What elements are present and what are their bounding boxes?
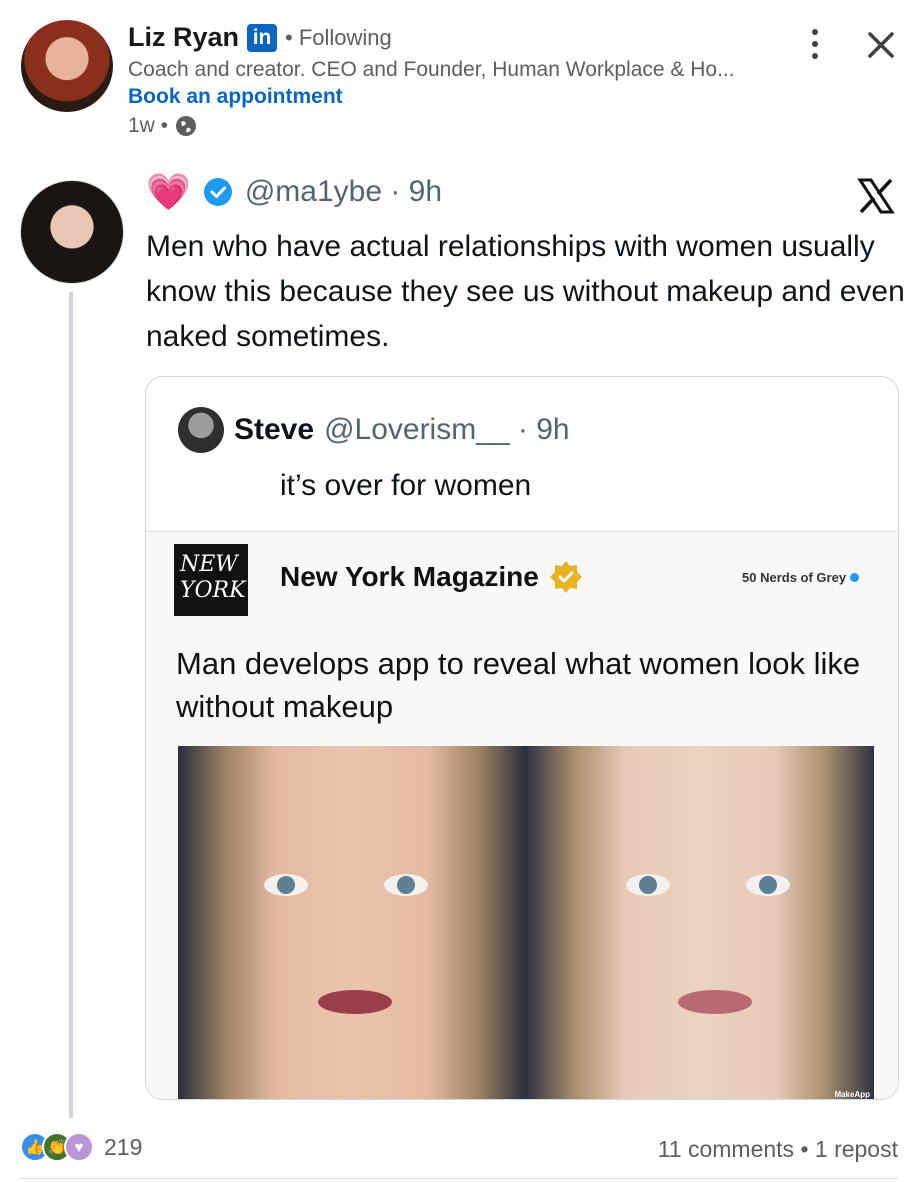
support-reaction-icon: ♥ [64, 1132, 94, 1162]
post-meta: 1w • [128, 114, 198, 138]
book-appointment-link[interactable]: Book an appointment [128, 85, 343, 109]
quoted-handle: @Loverism__ · 9h [324, 413, 570, 446]
x-logo-icon [857, 178, 895, 214]
author-avatar[interactable] [21, 20, 113, 112]
heart-emoji: 💗 [146, 171, 191, 212]
magazine-name: New York Magazine [280, 561, 539, 592]
lips [678, 990, 752, 1014]
gold-verified-icon [549, 561, 582, 593]
following-status: • Following [285, 24, 392, 50]
source-tag-label: 50 Nerds of Grey [742, 570, 847, 585]
reactions-summary[interactable]: 👍 👏 ♥ 219 [20, 1132, 142, 1162]
tweet-text: Men who have actual relationships with w… [146, 230, 905, 353]
comparison-photos: MakeApp [178, 746, 874, 1099]
source-tag: 50 Nerds of Grey [742, 570, 860, 585]
eye [384, 874, 428, 896]
new-york-logo: NEW YORK [174, 544, 248, 616]
author-headline: Coach and creator. CEO and Founder, Huma… [128, 58, 735, 81]
quoted-header: Steve @Loverism__ · 9h [178, 407, 570, 453]
quoted-tweet-card: Steve @Loverism__ · 9h it’s over for wom… [145, 376, 899, 1100]
author-name-row: Liz Ryan in • Following [128, 22, 392, 53]
verified-icon [203, 178, 232, 206]
author-name[interactable]: Liz Ryan [128, 22, 239, 53]
tweet-header: 💗 @ma1ybe · 9h [146, 174, 442, 210]
footer-divider [20, 1178, 898, 1179]
photo-without-makeup: MakeApp [526, 746, 874, 1099]
globe-icon [176, 116, 197, 136]
quoted-name: Steve [234, 413, 315, 446]
watermark: MakeApp [834, 1090, 870, 1099]
magazine-post: NEW YORK New York Magazine 50 Nerds of G… [146, 532, 898, 1099]
quoted-text: it’s over for women [280, 469, 532, 502]
post-age: 1w • [128, 114, 169, 137]
logo-line-1: NEW [180, 552, 238, 577]
eye [264, 874, 308, 896]
reaction-count: 219 [104, 1133, 143, 1160]
more-options-icon[interactable] [802, 26, 828, 62]
eye [746, 874, 790, 896]
photo-with-makeup [178, 746, 526, 1099]
source-verified-icon [850, 573, 860, 582]
tweet-handle: @ma1ybe · 9h [244, 175, 443, 208]
social-counts[interactable]: 11 comments • 1 repost [658, 1136, 898, 1163]
magazine-headline: Man develops app to reveal what women lo… [176, 646, 861, 724]
eye [626, 874, 670, 896]
magazine-name-row: New York Magazine [280, 560, 583, 594]
quoted-avatar [178, 407, 224, 453]
linkedin-badge-icon: in [247, 23, 278, 52]
tweet-author-avatar [20, 180, 124, 284]
lips [318, 990, 392, 1014]
thread-line [69, 292, 73, 1118]
close-icon[interactable] [864, 28, 898, 62]
logo-line-2: YORK [180, 578, 246, 603]
